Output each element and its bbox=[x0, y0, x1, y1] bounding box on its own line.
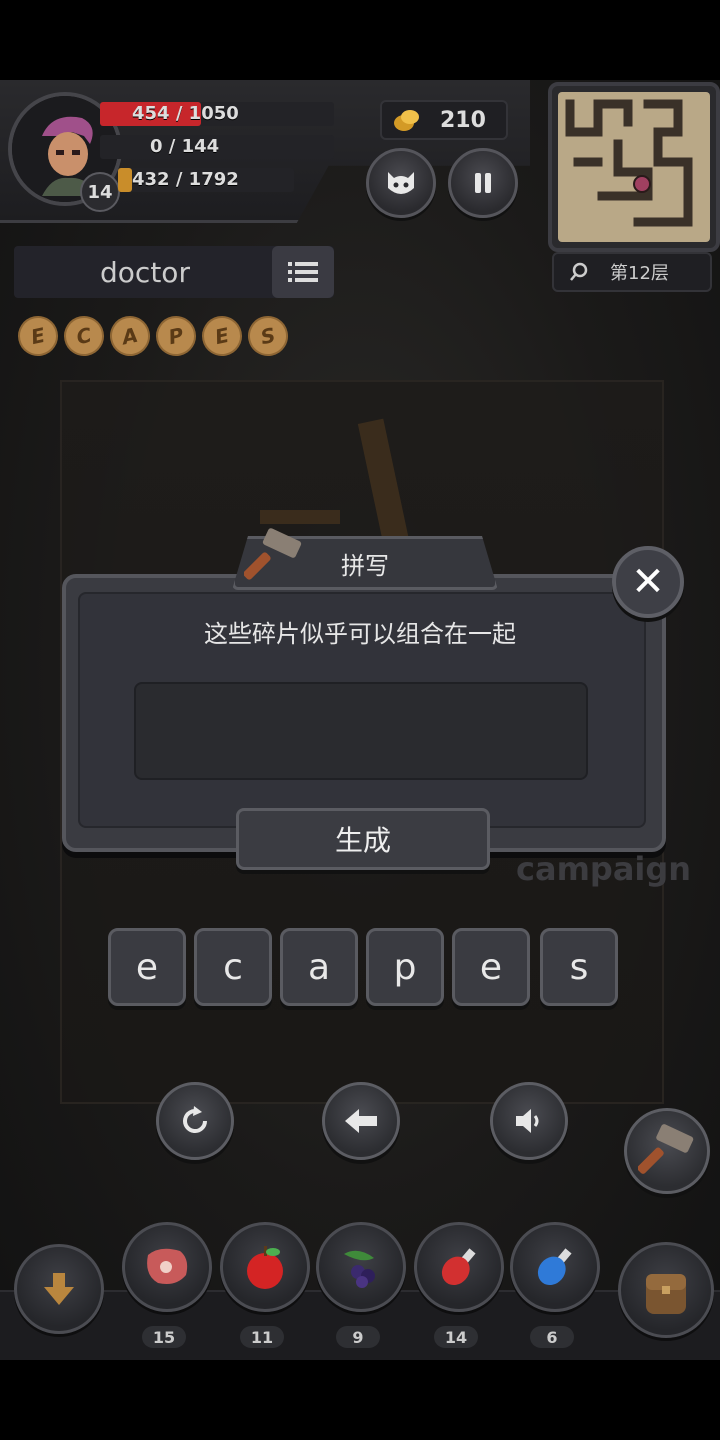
gold-coins-icon bbox=[394, 110, 419, 131]
target-word: doctor bbox=[100, 255, 190, 289]
generate-button[interactable]: 生成 bbox=[236, 808, 490, 870]
speaker-icon bbox=[516, 1109, 539, 1133]
item-count: 6 bbox=[530, 1326, 574, 1348]
player-level-badge: 14 bbox=[80, 172, 120, 212]
close-icon: ✕ bbox=[631, 559, 665, 605]
coin-counter: 210 bbox=[380, 100, 508, 140]
backpack-icon bbox=[646, 1274, 686, 1314]
maze-map-icon bbox=[565, 99, 693, 227]
item-count: 9 bbox=[336, 1326, 380, 1348]
backspace-arrow-icon bbox=[345, 1109, 377, 1133]
item-slot-apple[interactable] bbox=[220, 1222, 310, 1312]
item-slot-red-potion[interactable] bbox=[414, 1222, 504, 1312]
wooden-beam bbox=[260, 510, 340, 524]
letter-tile[interactable]: s bbox=[540, 928, 618, 1006]
backspace-button[interactable] bbox=[322, 1082, 400, 1160]
xp-text: 432 / 1792 bbox=[132, 169, 239, 190]
background-word: campaign bbox=[516, 850, 692, 888]
xp-bar: 432 / 1792 bbox=[118, 168, 294, 192]
health-text: 454 / 1050 bbox=[132, 103, 239, 124]
hammer-icon bbox=[243, 528, 304, 588]
floor-label: 第12层 bbox=[610, 263, 669, 284]
fragment-token: E bbox=[14, 312, 62, 360]
meat-icon bbox=[147, 1248, 188, 1284]
fragment-token: E bbox=[198, 312, 246, 360]
item-count: 15 bbox=[142, 1326, 186, 1348]
descend-button[interactable] bbox=[14, 1244, 104, 1334]
item-count: 11 bbox=[240, 1326, 284, 1348]
backpack-button[interactable] bbox=[618, 1242, 714, 1338]
mana-bar: 0 / 144 bbox=[100, 135, 334, 159]
letter-tile[interactable]: e bbox=[452, 928, 530, 1006]
fragment-token: A bbox=[106, 312, 154, 360]
hammer-icon bbox=[638, 1124, 694, 1174]
minimap-map bbox=[558, 92, 710, 242]
floor-indicator: 第12层 bbox=[552, 252, 712, 292]
item-slot-blue-potion[interactable] bbox=[510, 1222, 600, 1312]
apple-icon bbox=[247, 1246, 283, 1289]
game-screen: 14 454 / 1050 0 / 144 432 / 1792 210 第12… bbox=[0, 80, 720, 1360]
berries-icon bbox=[344, 1250, 375, 1288]
fragment-token: C bbox=[60, 312, 108, 360]
answer-input[interactable] bbox=[134, 682, 588, 780]
blue-potion-icon bbox=[537, 1248, 572, 1286]
item-slot-berries[interactable] bbox=[316, 1222, 406, 1312]
spell-hammer-button[interactable] bbox=[624, 1108, 710, 1194]
refresh-icon bbox=[183, 1106, 208, 1134]
health-bar: 454 / 1050 bbox=[100, 102, 334, 126]
dialog-prompt: 这些碎片似乎可以组合在一起 bbox=[204, 620, 516, 648]
dialog-title-text: 拼写 bbox=[341, 551, 389, 580]
collected-fragments: E C A P E S bbox=[14, 312, 292, 360]
letter-tile[interactable]: e bbox=[108, 928, 186, 1006]
monster-face-icon bbox=[388, 172, 414, 194]
minimap[interactable] bbox=[548, 82, 720, 252]
list-icon bbox=[288, 262, 318, 282]
xp-bar-fill bbox=[118, 168, 132, 192]
coin-amount: 210 bbox=[440, 107, 486, 133]
item-count: 14 bbox=[434, 1326, 478, 1348]
pause-button[interactable] bbox=[448, 148, 518, 218]
down-arrow-icon bbox=[44, 1273, 74, 1305]
pause-icon bbox=[475, 173, 491, 193]
letter-tile[interactable]: p bbox=[366, 928, 444, 1006]
sound-button[interactable] bbox=[490, 1082, 568, 1160]
item-slot-meat[interactable] bbox=[122, 1222, 212, 1312]
mana-text: 0 / 144 bbox=[150, 136, 220, 157]
fragment-token: P bbox=[152, 312, 200, 360]
pet-button[interactable] bbox=[366, 148, 436, 218]
letter-tile[interactable]: c bbox=[194, 928, 272, 1006]
letter-tile[interactable]: a bbox=[280, 928, 358, 1006]
reset-button[interactable] bbox=[156, 1082, 234, 1160]
word-list-button[interactable] bbox=[272, 246, 334, 298]
fragment-token: S bbox=[244, 312, 292, 360]
magnifier-icon bbox=[570, 262, 588, 281]
red-potion-icon bbox=[441, 1248, 476, 1286]
close-button[interactable]: ✕ bbox=[612, 546, 684, 618]
generate-button-label: 生成 bbox=[334, 824, 391, 857]
